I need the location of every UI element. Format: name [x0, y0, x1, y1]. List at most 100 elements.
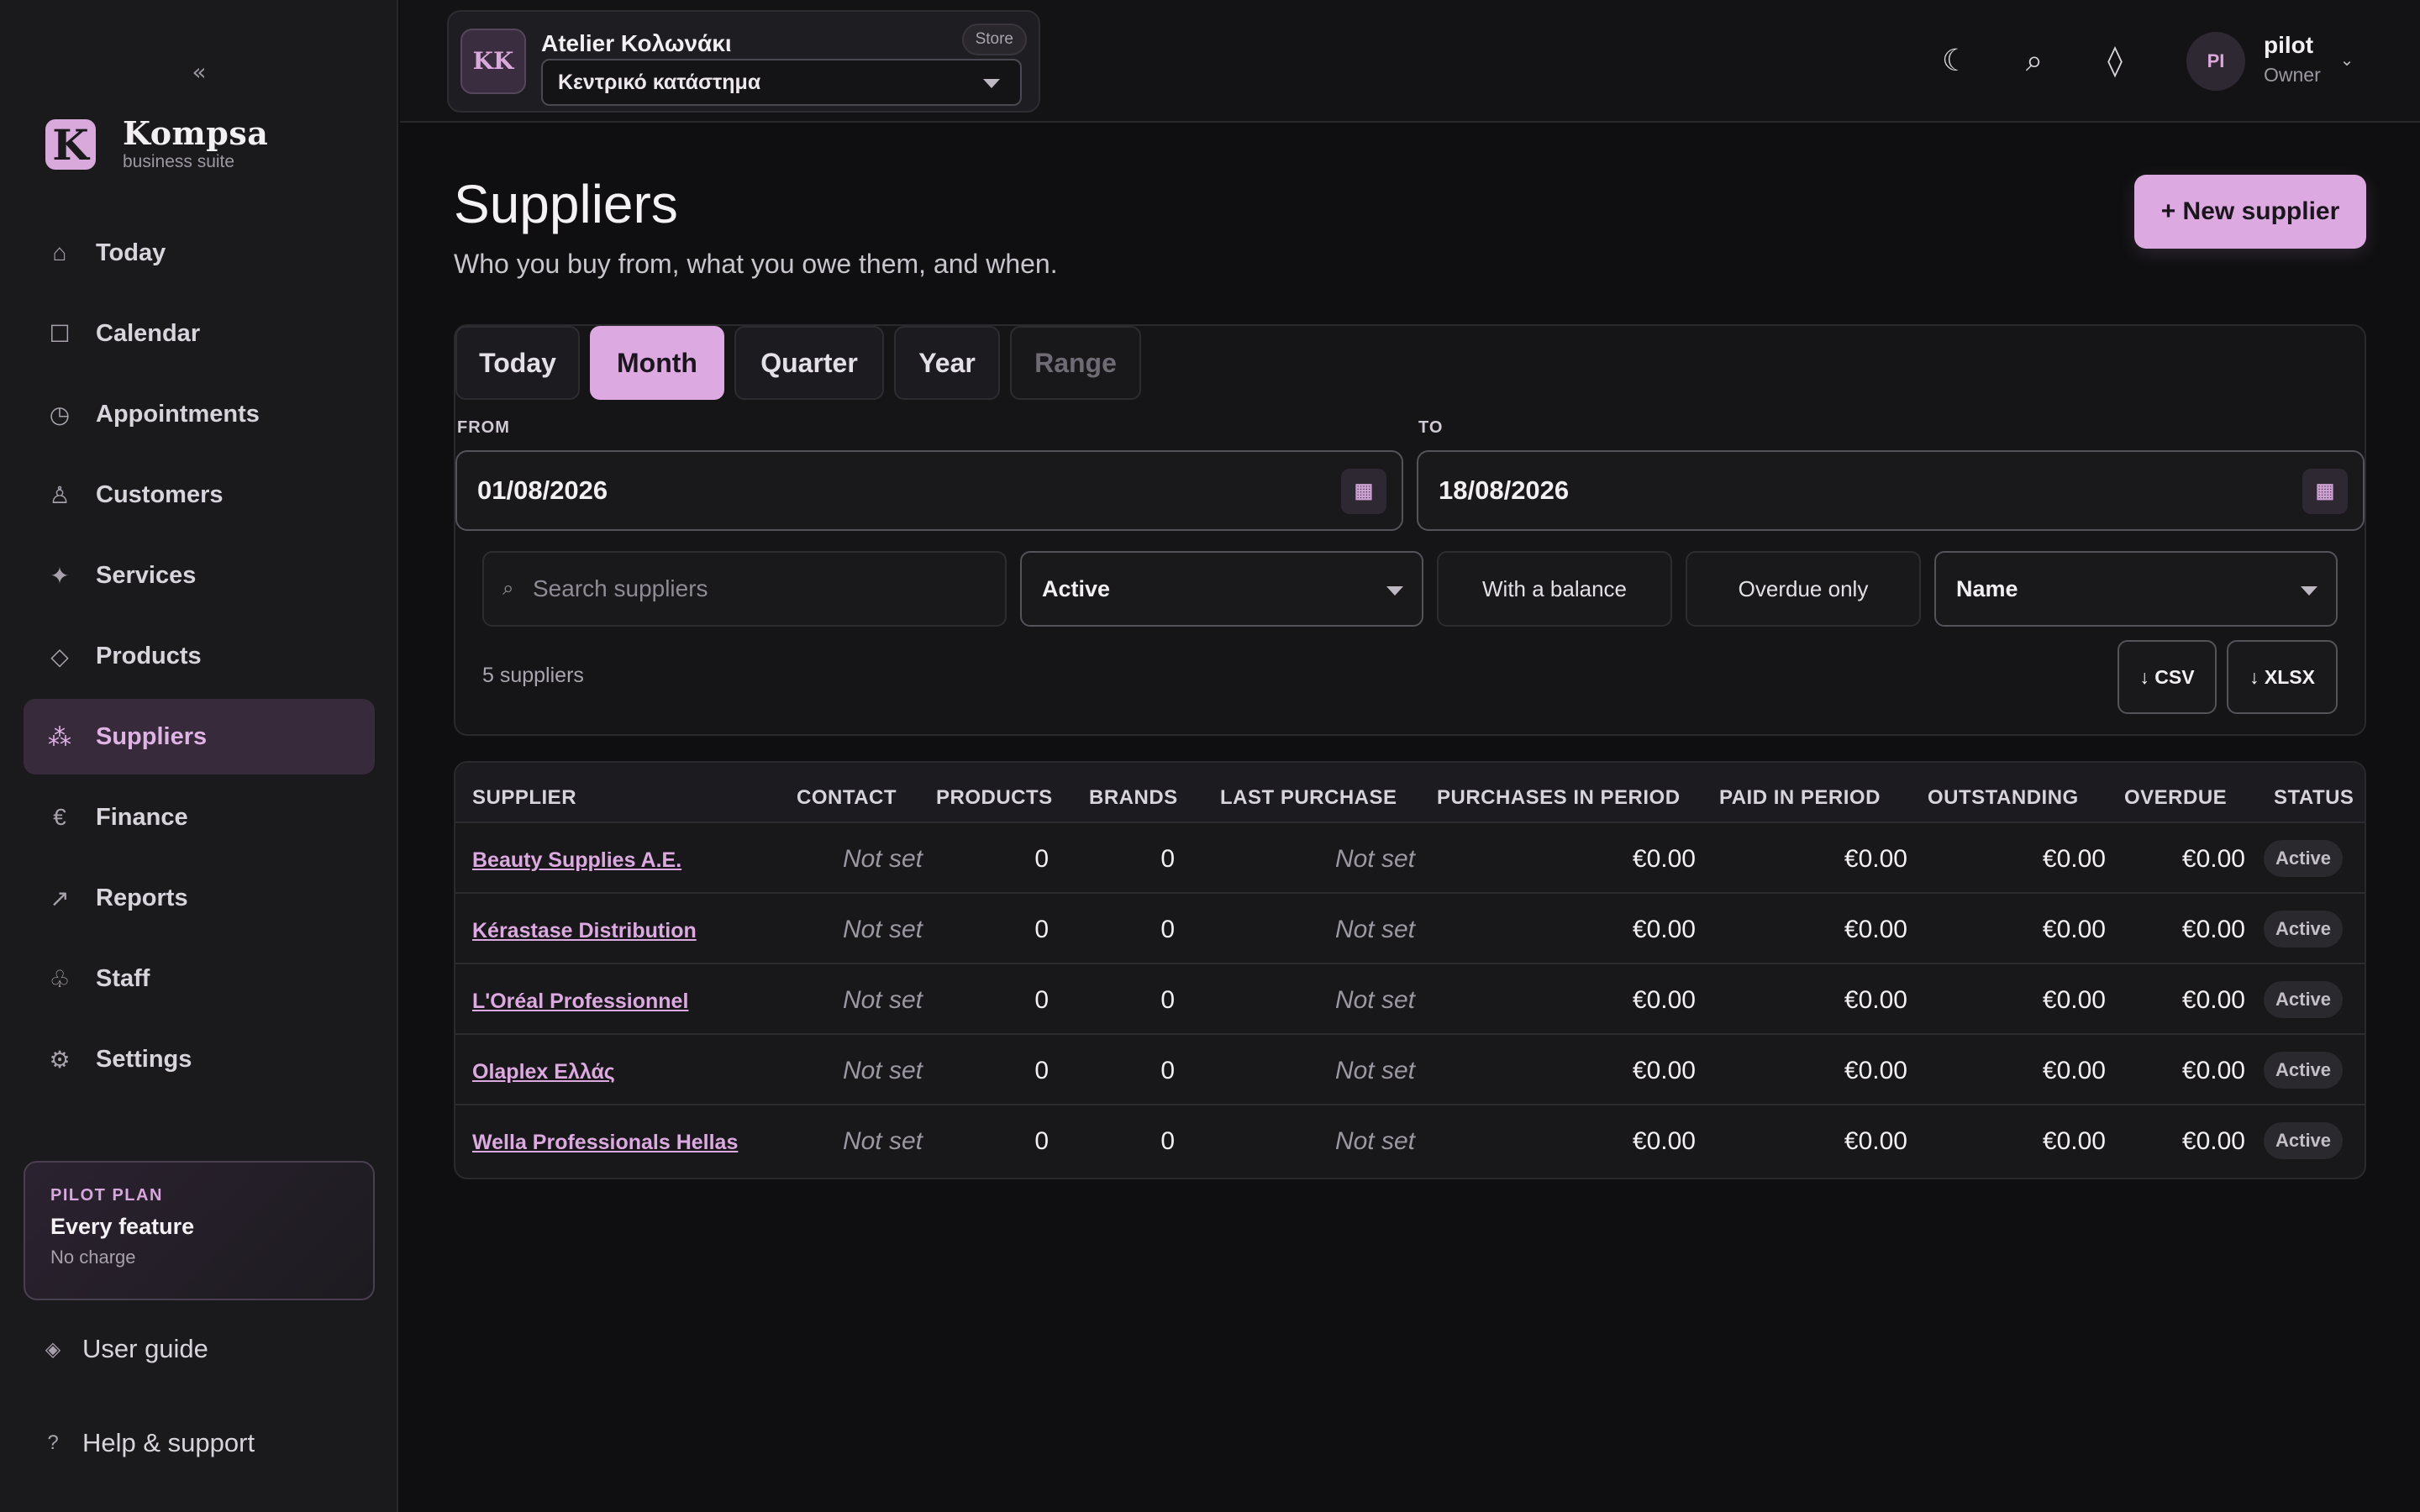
page-subtitle: Who you buy from, what you owe them, and…	[454, 249, 1058, 279]
products-cell: 0	[1034, 1057, 1049, 1084]
search-icon: ⌕	[502, 577, 514, 600]
calendar-icon[interactable]: ▦	[1341, 469, 1386, 514]
new-supplier-button[interactable]: + New supplier	[2134, 175, 2366, 249]
dots-icon: ⁂	[48, 723, 71, 750]
store-switcher[interactable]: KK Atelier Κολωνάκι Store Κεντρικό κατάσ…	[447, 10, 1040, 113]
brands-cell: 0	[1160, 916, 1175, 943]
sidebar-item-today[interactable]: ⌂ Today	[24, 215, 375, 291]
column-header[interactable]: LAST PURCHASE	[1220, 786, 1397, 810]
supplier-link[interactable]: L'Oréal Professionnel	[472, 990, 688, 1014]
plan-card[interactable]: PILOT PLAN Every feature No charge	[24, 1161, 375, 1300]
supplier-link[interactable]: Beauty Supplies A.E.	[472, 848, 681, 873]
outstanding-cell: €0.00	[2042, 1127, 2106, 1155]
staff-icon: ♧	[49, 965, 71, 992]
clock-icon: ◷	[49, 401, 71, 428]
with-balance-toggle[interactable]: With a balance	[1437, 551, 1672, 627]
help-support-link[interactable]: ? Help & support	[42, 1428, 255, 1458]
column-header[interactable]: PRODUCTS	[936, 786, 1053, 810]
table-row[interactable]: Kérastase Distribution Not set 0 0 Not s…	[455, 894, 2365, 964]
search-placeholder: Search suppliers	[533, 575, 708, 601]
sidebar-nav: ⌂ Today ☐ Calendar ◷ Appointments ♙ Cust…	[24, 215, 375, 1102]
table-row[interactable]: L'Oréal Professionnel Not set 0 0 Not se…	[455, 964, 2365, 1035]
purchases-cell: €0.00	[1632, 845, 1696, 873]
table-row[interactable]: Olaplex Ελλάς Not set 0 0 Not set €0.00 …	[455, 1035, 2365, 1105]
sort-select-value: Name	[1956, 576, 2018, 601]
paid-cell: €0.00	[1844, 1127, 1907, 1155]
store-badge: Store	[961, 24, 1027, 55]
sidebar-item-staff[interactable]: ♧ Staff	[24, 941, 375, 1016]
sidebar: « K Kompsa business suite ⌂ Today ☐ Cale…	[0, 0, 398, 1512]
column-header[interactable]: PAID IN PERIOD	[1719, 786, 1881, 810]
user-name[interactable]: pilot	[2264, 32, 2313, 59]
user-guide-link[interactable]: ◈ User guide	[42, 1334, 208, 1364]
overdue-only-toggle[interactable]: Overdue only	[1686, 551, 1921, 627]
tab-quarter[interactable]: Quarter	[734, 326, 884, 400]
euro-icon: €	[53, 804, 66, 830]
export-xlsx-button[interactable]: ↓ XLSX	[2227, 640, 2338, 714]
sidebar-item-finance[interactable]: € Finance	[24, 780, 375, 855]
supplier-link[interactable]: Wella Professionals Hellas	[472, 1131, 738, 1155]
sort-select[interactable]: Name	[1934, 551, 2338, 627]
table-row[interactable]: Wella Professionals Hellas Not set 0 0 N…	[455, 1105, 2365, 1176]
sidebar-item-label: Reports	[96, 884, 188, 911]
supplier-link[interactable]: Kérastase Distribution	[472, 919, 697, 943]
arrow-up-right-icon: ↗	[50, 885, 70, 911]
table-row[interactable]: Beauty Supplies A.E. Not set 0 0 Not set…	[455, 823, 2365, 894]
tab-today[interactable]: Today	[455, 326, 580, 400]
supplier-count: 5 suppliers	[482, 664, 584, 687]
collapse-sidebar-icon[interactable]: «	[187, 57, 212, 87]
to-date-input[interactable]: 18/08/2026 ▦	[1417, 450, 2365, 531]
column-header[interactable]: STATUS	[2274, 786, 2354, 810]
calendar-icon[interactable]: ▦	[2302, 469, 2348, 514]
plan-kicker: PILOT PLAN	[50, 1186, 163, 1205]
tab-range[interactable]: Range	[1010, 326, 1141, 400]
diamond-icon[interactable]: ◊	[2094, 40, 2136, 82]
column-header[interactable]: SUPPLIER	[472, 786, 576, 810]
store-name: Atelier Κολωνάκι	[541, 30, 732, 56]
avatar[interactable]: PI	[2186, 32, 2245, 91]
column-header[interactable]: OVERDUE	[2124, 786, 2227, 810]
topbar: KK Atelier Κολωνάκι Store Κεντρικό κατάσ…	[400, 0, 2420, 123]
overdue-cell: €0.00	[2181, 916, 2245, 943]
plan-title: Every feature	[50, 1214, 195, 1239]
column-header[interactable]: CONTACT	[797, 786, 897, 810]
person-icon: ♙	[49, 481, 71, 508]
status-select[interactable]: Active	[1020, 551, 1423, 627]
chevron-down-icon	[2301, 586, 2317, 596]
column-header[interactable]: BRANDS	[1089, 786, 1178, 810]
brand[interactable]: K Kompsa business suite	[45, 116, 268, 173]
supplier-link[interactable]: Olaplex Ελλάς	[472, 1060, 615, 1084]
tab-month[interactable]: Month	[590, 326, 724, 400]
suppliers-table: SUPPLIER CONTACT PRODUCTS BRANDS LAST PU…	[454, 761, 2366, 1179]
column-header[interactable]: PURCHASES IN PERIOD	[1437, 786, 1681, 810]
theme-toggle-icon[interactable]: ☾	[1934, 40, 1976, 82]
column-header[interactable]: OUTSTANDING	[1928, 786, 2079, 810]
tab-year[interactable]: Year	[894, 326, 1000, 400]
status-select-value: Active	[1042, 576, 1111, 601]
location-select[interactable]: Κεντρικό κατάστημα	[541, 59, 1022, 106]
export-csv-button[interactable]: ↓ CSV	[2118, 640, 2217, 714]
sidebar-item-settings[interactable]: ⚙ Settings	[24, 1021, 375, 1097]
from-label: FROM	[457, 418, 510, 437]
sidebar-item-label: Staff	[96, 964, 150, 992]
calendar-icon: ☐	[49, 320, 71, 347]
chevron-down-icon[interactable]: ⌄	[2338, 50, 2356, 69]
sidebar-item-calendar[interactable]: ☐ Calendar	[24, 296, 375, 371]
sidebar-item-services[interactable]: ✦ Services	[24, 538, 375, 613]
sidebar-item-label: Calendar	[96, 319, 201, 347]
purchases-cell: €0.00	[1632, 916, 1696, 943]
sidebar-item-reports[interactable]: ↗ Reports	[24, 860, 375, 936]
from-date-input[interactable]: 01/08/2026 ▦	[455, 450, 1403, 531]
search-icon[interactable]: ⌕	[2013, 40, 2055, 82]
search-input[interactable]: ⌕ Search suppliers	[482, 551, 1007, 627]
sidebar-item-customers[interactable]: ♙ Customers	[24, 457, 375, 533]
overdue-cell: €0.00	[2181, 845, 2245, 873]
to-label: TO	[1418, 418, 1444, 437]
from-date-value: 01/08/2026	[477, 475, 608, 505]
sidebar-item-label: Customers	[96, 480, 224, 508]
sidebar-item-appointments[interactable]: ◷ Appointments	[24, 376, 375, 452]
purchases-cell: €0.00	[1632, 1057, 1696, 1084]
sidebar-item-suppliers[interactable]: ⁂ Suppliers	[24, 699, 375, 774]
paid-cell: €0.00	[1844, 845, 1907, 873]
sidebar-item-products[interactable]: ◇ Products	[24, 618, 375, 694]
